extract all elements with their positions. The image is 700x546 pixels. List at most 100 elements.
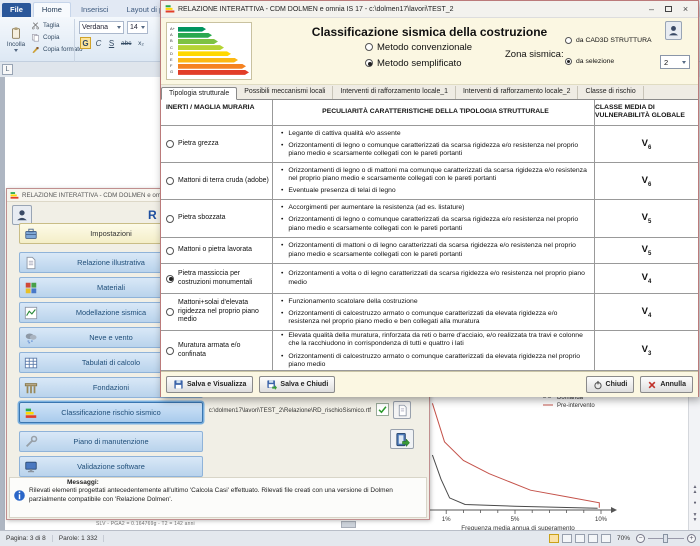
page-indicator[interactable]: Pagina: 3 di 8 <box>0 535 53 542</box>
save-view-button[interactable]: Salva e Visualizza <box>166 376 253 393</box>
energy-class-bar <box>178 39 218 44</box>
zoom-in-button[interactable]: + <box>687 534 696 543</box>
font-name-select[interactable]: Verdana <box>79 21 124 34</box>
previous-page-icon[interactable]: ▲▲ <box>691 485 699 495</box>
bold-button[interactable]: G <box>80 37 91 49</box>
bullet-dot: • <box>281 204 283 212</box>
maximize-button[interactable] <box>660 3 677 16</box>
energy-class-label: G <box>170 70 178 74</box>
nav-button-validazione-software[interactable]: Validazione software <box>19 456 203 477</box>
column-header-inerti: INERTI / MAGLIA MURARIA <box>161 100 273 125</box>
typology-radio[interactable] <box>166 215 174 223</box>
characteristics-cell: •Orizzontamenti di mattoni o di legno ca… <box>273 238 595 263</box>
bullet-item: •Elevata qualità della muratura, rinforz… <box>281 332 590 348</box>
view-draft-icon[interactable] <box>601 534 611 543</box>
italic-button[interactable]: C <box>93 37 104 49</box>
radio-option-da-selezione[interactable]: da selezione <box>565 55 652 67</box>
word-count[interactable]: Parole: 1 332 <box>53 535 105 542</box>
save-close-button[interactable]: Salva e Chiudi <box>259 376 335 393</box>
bullet-item: •Orizzontamenti di calcestruzzo armato o… <box>281 310 590 326</box>
zoom-slider[interactable] <box>648 538 684 539</box>
vulnerability-cell: V6 <box>595 126 698 162</box>
svg-text:Pre-intervento: Pre-intervento <box>557 403 595 409</box>
radio-circle[interactable] <box>565 58 572 65</box>
energy-scale-row: G <box>170 69 249 75</box>
bullet-item: •Orizzontamenti di legno o di mattoni ma… <box>281 167 590 183</box>
underline-button[interactable]: S <box>106 37 117 49</box>
radio-circle[interactable] <box>565 37 572 44</box>
save-view-label: Salva e Visualizza <box>187 381 246 388</box>
energy-class-bar <box>178 45 224 50</box>
vulnerability-cell: V6 <box>595 163 698 199</box>
paste-button[interactable]: Incolla <box>3 19 29 58</box>
messages-label: Messaggi: <box>67 479 99 486</box>
radio-label: da CAD3D STRUTTURA <box>576 37 652 44</box>
zoom-slider-thumb[interactable] <box>663 534 668 543</box>
ribbon-tab-inserisci[interactable]: Inserisci <box>73 3 117 17</box>
maximize-icon <box>665 6 672 12</box>
dialog-header: A+ABCDEFG Classificazione sismica della … <box>161 18 698 85</box>
zona-select[interactable]: 2 <box>660 55 690 69</box>
bullet-dot: • <box>281 142 283 158</box>
typology-radio[interactable] <box>166 140 174 148</box>
tab-interventi-di-rafforzamento-locale-1[interactable]: Interventi di rafforzamento locale_1 <box>333 86 456 99</box>
typology-radio[interactable] <box>166 177 174 185</box>
typology-radio[interactable] <box>166 275 174 283</box>
zoom-level[interactable]: 70% <box>614 535 633 542</box>
nav-button-label: Impostazioni <box>90 229 132 238</box>
characteristics-cell: •Funzionamento scatolare della costruzio… <box>273 294 595 330</box>
typology-radio[interactable] <box>166 347 174 355</box>
view-fullscreen-icon[interactable] <box>562 534 572 543</box>
bullet-dot: • <box>281 298 283 306</box>
ribbon-tab-home[interactable]: Home <box>33 2 71 17</box>
subscript-button[interactable]: x₂ <box>135 37 146 49</box>
bullet-item: •Orizzontamenti di legno o comunque cara… <box>281 142 590 158</box>
nav-button-label: Piano di manutenzione <box>73 437 148 446</box>
select-browse-object-icon[interactable]: ● <box>691 501 699 506</box>
typology-radio[interactable] <box>166 247 174 255</box>
view-print-layout-icon[interactable] <box>549 534 559 543</box>
typology-cell: Mattoni di terra cruda (adobe) <box>161 163 273 199</box>
close-dialog-button[interactable]: Chiudi <box>586 376 635 393</box>
toolbox-icon <box>24 227 38 241</box>
typology-cell: Mattoni+solai d'elevata rigidezza nel pr… <box>161 294 273 330</box>
cancel-button[interactable]: Annulla <box>640 376 693 393</box>
tab-stop-selector[interactable]: L <box>2 64 13 75</box>
horizontal-scrollbar-thumb[interactable] <box>341 521 356 528</box>
dialog-title-bar[interactable]: RELAZIONE INTERATTIVA - CDM DOLMEN e omn… <box>161 1 698 18</box>
nav-button-piano-di-manutenzione[interactable]: Piano di manutenzione <box>19 431 203 452</box>
bullet-item: •Legante di cattiva qualità e/o assente <box>281 130 590 138</box>
radio-circle[interactable] <box>365 59 373 67</box>
file-checkbox[interactable] <box>376 403 389 416</box>
view-outline-icon[interactable] <box>588 534 598 543</box>
nav-button-classificazione-rischio-sismico[interactable]: Classificazione rischio sismico <box>19 402 203 423</box>
svg-text:1%: 1% <box>442 517 451 523</box>
status-bar: Pagina: 3 di 8 Parole: 1 332 70% − + <box>0 530 700 546</box>
tab-interventi-di-rafforzamento-locale-2[interactable]: Interventi di rafforzamento locale_2 <box>456 86 579 99</box>
minimize-button[interactable]: – <box>643 3 660 16</box>
radio-option-metodo-convenzionale[interactable]: Metodo convenzionale <box>365 40 472 54</box>
messages-text: Rilevati elementi progettati antecedente… <box>29 487 415 505</box>
export-report-button[interactable] <box>390 429 414 449</box>
radio-circle[interactable] <box>365 43 373 51</box>
strikethrough-button[interactable]: abc <box>119 37 133 49</box>
close-button[interactable]: × <box>677 3 694 16</box>
dialog-title: RELAZIONE INTERATTIVA - CDM DOLMEN e omn… <box>178 6 454 13</box>
typology-cell: Mattoni o pietra lavorata <box>161 238 273 263</box>
typology-radio[interactable] <box>166 308 174 316</box>
bullet-text: Orizzontamenti di calcestruzzo armato o … <box>288 310 590 326</box>
radio-option-da-cad3d-struttura[interactable]: da CAD3D STRUTTURA <box>565 34 652 46</box>
open-report-button[interactable] <box>393 401 411 419</box>
bullet-dot: • <box>281 353 283 369</box>
tab-tipologia-strutturale[interactable]: Tipologia strutturale <box>161 87 237 100</box>
tab-classe-di-rischio[interactable]: Classe di rischio <box>578 86 643 99</box>
ribbon-tab-file[interactable]: File <box>2 3 31 17</box>
v-number: 5 <box>648 251 651 257</box>
font-size-select[interactable]: 14 <box>127 21 148 34</box>
next-page-icon[interactable]: ▼▼ <box>691 513 699 523</box>
zoom-out-button[interactable]: − <box>636 534 645 543</box>
cut-label: Taglia <box>43 22 59 29</box>
view-web-layout-icon[interactable] <box>575 534 585 543</box>
radio-option-metodo-semplificato[interactable]: Metodo semplificato <box>365 56 472 70</box>
tab-possibili-meccanismi-locali[interactable]: Possibili meccanismi locali <box>237 86 333 99</box>
